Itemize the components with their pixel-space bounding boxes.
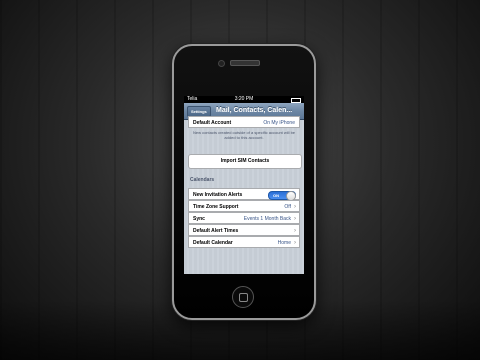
phone-screen: Telia 3:20 PM Settings Mail, Contacts, C… xyxy=(184,96,304,274)
contacts-footnote: New contacts created outside of a specif… xyxy=(192,130,296,140)
sync-row[interactable]: Sync Events 1 Month Back › xyxy=(188,212,300,224)
time-zone-support-row[interactable]: Time Zone Support Off › xyxy=(188,200,300,212)
default-calendar-value: Home xyxy=(277,240,291,246)
new-invitation-alerts-toggle[interactable]: ON xyxy=(268,191,296,201)
chevron-right-icon: › xyxy=(294,240,296,246)
home-square-icon xyxy=(239,293,248,302)
default-calendar-row[interactable]: Default Calendar Home › xyxy=(188,236,300,248)
import-sim-contacts-button[interactable]: Import SIM Contacts xyxy=(188,154,302,169)
default-account-value: On My iPhone xyxy=(263,120,295,126)
status-bar: Telia 3:20 PM xyxy=(184,96,304,103)
earpiece-speaker xyxy=(230,60,260,66)
default-calendar-label: Default Calendar xyxy=(193,240,233,246)
front-camera-icon xyxy=(218,60,225,67)
status-time: 3:20 PM xyxy=(234,96,254,102)
new-invitation-alerts-row: New Invitation Alerts ON xyxy=(188,188,300,201)
default-account-label: Default Account xyxy=(193,120,232,126)
iphone-device: Telia 3:20 PM Settings Mail, Contacts, C… xyxy=(172,44,316,320)
default-alert-times-row[interactable]: Default Alert Times › xyxy=(188,224,300,236)
default-account-row[interactable]: Default Account On My iPhone xyxy=(188,116,300,128)
calendars-section-header: Calendars xyxy=(190,177,215,183)
home-button-icon[interactable] xyxy=(232,286,254,308)
toggle-on-label: ON xyxy=(273,193,279,198)
page-title: Mail, Contacts, Calen... xyxy=(216,107,293,114)
